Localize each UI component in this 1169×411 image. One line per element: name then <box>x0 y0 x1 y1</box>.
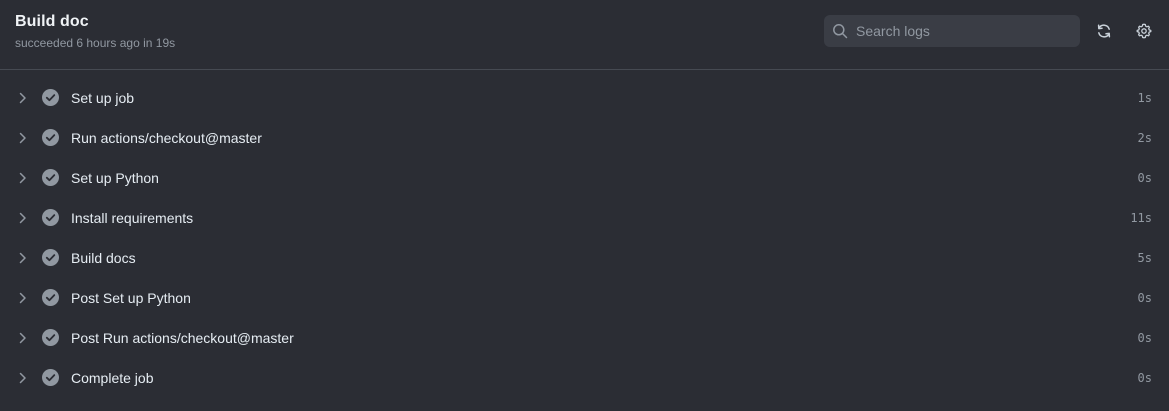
step-label: Set up Python <box>71 170 159 186</box>
step-duration: 0s <box>1137 331 1152 345</box>
step-row[interactable]: Build docs 5s <box>0 238 1169 278</box>
step-duration: 5s <box>1137 251 1152 265</box>
step-label: Set up job <box>71 90 135 106</box>
chevron-right-icon[interactable] <box>17 370 29 386</box>
success-check-icon <box>42 329 59 346</box>
steps-list: Set up job 1s Run actions/checkout@maste… <box>0 78 1169 398</box>
step-row[interactable]: Complete job 0s <box>0 358 1169 398</box>
step-row[interactable]: Post Run actions/checkout@master 0s <box>0 318 1169 358</box>
success-check-icon <box>42 169 59 186</box>
success-check-icon <box>42 289 59 306</box>
step-label: Install requirements <box>71 210 194 226</box>
chevron-right-icon[interactable] <box>17 290 29 306</box>
success-check-icon <box>42 369 59 386</box>
refresh-icon <box>1096 23 1112 39</box>
job-header: Build doc succeeded 6 hours ago in 19s <box>0 0 1169 70</box>
step-duration: 1s <box>1137 91 1152 105</box>
success-check-icon <box>42 249 59 266</box>
step-label: Run actions/checkout@master <box>71 130 262 146</box>
search-icon <box>832 23 848 39</box>
step-duration: 0s <box>1137 291 1152 305</box>
step-duration: 2s <box>1137 131 1152 145</box>
step-duration: 11s <box>1130 211 1152 225</box>
chevron-right-icon[interactable] <box>17 210 29 226</box>
step-label: Post Set up Python <box>71 290 191 306</box>
step-row[interactable]: Set up job 1s <box>0 78 1169 118</box>
step-duration: 0s <box>1137 371 1152 385</box>
chevron-right-icon[interactable] <box>17 330 29 346</box>
refresh-button[interactable] <box>1093 20 1115 42</box>
chevron-right-icon[interactable] <box>17 90 29 106</box>
gear-icon <box>1136 23 1152 39</box>
step-row[interactable]: Run actions/checkout@master 2s <box>0 118 1169 158</box>
step-row[interactable]: Install requirements 11s <box>0 198 1169 238</box>
job-log-panel: Build doc succeeded 6 hours ago in 19s S… <box>0 0 1169 411</box>
step-label: Complete job <box>71 370 154 386</box>
success-check-icon <box>42 129 59 146</box>
search-logs-input[interactable] <box>856 16 1080 46</box>
search-logs-box[interactable] <box>824 15 1080 47</box>
step-label: Build docs <box>71 250 136 266</box>
success-check-icon <box>42 89 59 106</box>
step-duration: 0s <box>1137 171 1152 185</box>
step-label: Post Run actions/checkout@master <box>71 330 294 346</box>
step-row[interactable]: Post Set up Python 0s <box>0 278 1169 318</box>
chevron-right-icon[interactable] <box>17 130 29 146</box>
step-row[interactable]: Set up Python 0s <box>0 158 1169 198</box>
success-check-icon <box>42 209 59 226</box>
chevron-right-icon[interactable] <box>17 250 29 266</box>
chevron-right-icon[interactable] <box>17 170 29 186</box>
job-status-summary: succeeded 6 hours ago in 19s <box>15 36 176 50</box>
settings-button[interactable] <box>1133 20 1155 42</box>
job-title: Build doc <box>15 13 89 30</box>
